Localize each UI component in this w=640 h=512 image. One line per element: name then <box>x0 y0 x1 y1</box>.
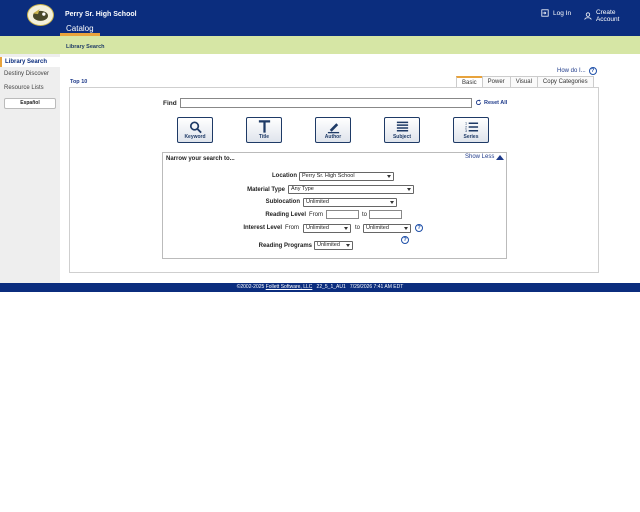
top-header: Perry Sr. High School Catalog Log In Cre… <box>0 0 640 36</box>
reading-to-label: to <box>362 212 368 218</box>
magnifier-icon <box>189 121 202 134</box>
interest-from-value: Unlimited <box>306 225 329 231</box>
show-less-link[interactable]: Show Less <box>465 154 505 160</box>
footer-version: 22_5_1_AU1 <box>316 284 346 290</box>
reading-programs-help-icon[interactable]: ? <box>401 236 409 244</box>
school-logo <box>27 4 54 26</box>
chevron-down-icon <box>407 188 411 191</box>
collapse-arrow-icon <box>496 154 505 160</box>
numbered-list-icon: 123 <box>465 122 479 133</box>
find-label: Find <box>163 100 177 107</box>
interest-level-label: Interest Level <box>243 225 282 231</box>
chevron-down-icon <box>390 201 394 204</box>
sublocation-value: Unlimited <box>306 199 329 205</box>
create-account-link[interactable]: Create Account <box>584 9 640 23</box>
login-icon <box>541 9 549 17</box>
sublocation-label: Sublocation <box>265 199 300 205</box>
chevron-down-icon <box>404 227 408 230</box>
material-type-value: Any Type <box>291 186 314 192</box>
help-icon[interactable]: ? <box>588 67 597 75</box>
search-type-tabs: Basic Power Visual Copy Categories <box>456 76 594 87</box>
chevron-down-icon <box>346 244 350 247</box>
reading-programs-label: Reading Programs <box>258 243 312 249</box>
sidebar: Library Search Destiny Discover Resource… <box>0 54 60 283</box>
reading-level-to-input[interactable] <box>369 210 402 219</box>
tab-copy-categories[interactable]: Copy Categories <box>536 76 594 87</box>
interest-from-label: From <box>285 225 299 231</box>
tab-power[interactable]: Power <box>481 76 511 87</box>
author-label: Author <box>324 134 342 140</box>
chevron-down-icon <box>387 175 391 178</box>
sub-nav-library-search[interactable]: Library Search <box>66 44 105 50</box>
footer-company-link[interactable]: Follett Software, LLC <box>266 284 313 290</box>
reset-all-label: Reset All <box>484 99 508 106</box>
reading-level-label: Reading Level <box>265 212 306 218</box>
interest-to-label: to <box>355 225 361 231</box>
sublocation-select[interactable]: Unlimited <box>303 198 397 207</box>
title-search-button[interactable]: Title <box>246 117 282 143</box>
subject-lines-icon <box>396 121 409 132</box>
narrow-search-title: Narrow your search to... <box>166 156 235 162</box>
how-do-i-label: How do I... <box>557 68 586 74</box>
title-label: Title <box>258 134 270 140</box>
reading-level-from-input[interactable] <box>326 210 359 219</box>
sidebar-item-resource-lists[interactable]: Resource Lists <box>0 85 60 91</box>
refresh-icon <box>475 99 482 106</box>
footer: ©2002-2025 Follett Software, LLC 22_5_1_… <box>0 283 640 292</box>
location-select[interactable]: Perry Sr. High School <box>299 172 394 181</box>
espanol-button[interactable]: Español <box>4 98 56 109</box>
school-name: Perry Sr. High School <box>65 11 137 18</box>
login-label: Log In <box>553 9 572 17</box>
pen-icon <box>327 123 340 134</box>
interest-to-value: Unlimited <box>366 225 389 231</box>
material-type-label: Material Type <box>247 187 285 193</box>
series-search-button[interactable]: 123 Series <box>453 117 489 143</box>
show-less-label: Show Less <box>465 154 495 160</box>
subject-label: Subject <box>392 134 412 140</box>
subject-search-button[interactable]: Subject <box>384 117 420 143</box>
location-label: Location <box>272 173 297 179</box>
keyword-label: Keyword <box>184 134 206 140</box>
top10-link[interactable]: Top 10 <box>70 79 87 85</box>
reset-all-link[interactable]: Reset All <box>475 99 507 106</box>
footer-timestamp: 7/29/2026 7:41 AM EDT <box>349 284 404 290</box>
reading-programs-value: Unlimited <box>317 242 340 248</box>
author-search-button[interactable]: Author <box>315 117 351 143</box>
tab-basic[interactable]: Basic <box>456 76 483 87</box>
sidebar-item-library-search[interactable]: Library Search <box>0 57 60 67</box>
series-label: Series <box>463 134 479 140</box>
interest-level-to-select[interactable]: Unlimited <box>363 224 411 233</box>
svg-text:3: 3 <box>465 129 467 133</box>
reading-programs-select[interactable]: Unlimited <box>314 241 353 250</box>
tab-visual[interactable]: Visual <box>509 76 538 87</box>
sub-navigation-bar: Library Search <box>0 36 640 54</box>
interest-level-help-icon[interactable]: ? <box>415 224 423 232</box>
reading-from-label: From <box>309 212 323 218</box>
interest-level-from-select[interactable]: Unlimited <box>303 224 351 233</box>
login-link[interactable]: Log In <box>541 9 571 17</box>
sidebar-item-destiny-discover[interactable]: Destiny Discover <box>0 71 60 77</box>
tab-catalog[interactable]: Catalog <box>66 24 94 33</box>
location-value: Perry Sr. High School <box>302 173 355 179</box>
find-input[interactable] <box>180 98 472 108</box>
user-icon <box>584 12 592 20</box>
keyword-search-button[interactable]: Keyword <box>177 117 213 143</box>
create-account-label: Create Account <box>595 9 620 23</box>
title-t-icon <box>258 120 271 133</box>
chevron-down-icon <box>344 227 348 230</box>
how-do-i-link[interactable]: How do I... ? <box>557 67 597 75</box>
material-type-select[interactable]: Any Type <box>288 185 414 194</box>
footer-copyright: ©2002-2025 <box>236 284 265 290</box>
